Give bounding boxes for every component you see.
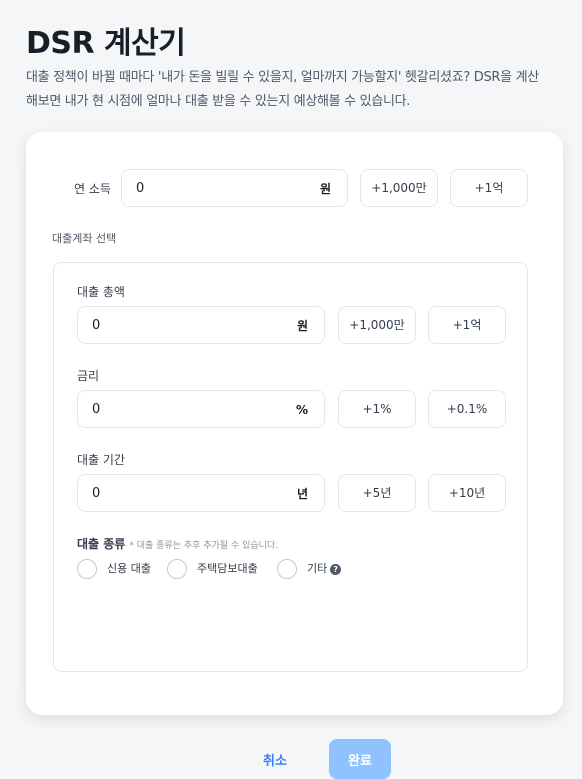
- radio-circle[interactable]: [167, 559, 187, 579]
- rate-field[interactable]: 0 %: [77, 390, 325, 428]
- loan-type-header: 대출 종류 * 대출 종류는 추후 추가될 수 있습니다.: [77, 535, 278, 552]
- period-unit: 년: [296, 487, 308, 501]
- cancel-button[interactable]: 취소: [247, 739, 303, 779]
- radio-circle[interactable]: [77, 559, 97, 579]
- income-add-10m-button[interactable]: +1,000만: [360, 169, 438, 207]
- loan-amount-add-10m-button[interactable]: +1,000만: [338, 306, 416, 344]
- loan-amount-unit: 원: [296, 319, 308, 333]
- dsr-calculator-card: 연 소득 0 원 +1,000만 +1억 대출계좌 선택 대출 총액 0 원 +…: [26, 132, 563, 779]
- income-label: 연 소득: [74, 182, 111, 196]
- income-unit: 원: [319, 182, 331, 196]
- rate-add-1-button[interactable]: +1%: [338, 390, 416, 428]
- done-button[interactable]: 완료: [329, 739, 391, 779]
- loan-account-label: 대출계좌 선택: [52, 232, 117, 245]
- rate-add-0-1-button[interactable]: +0.1%: [428, 390, 506, 428]
- income-add-100m-button[interactable]: +1억: [450, 169, 528, 207]
- rate-unit: %: [295, 403, 308, 417]
- loan-amount-add-100m-button[interactable]: +1억: [428, 306, 506, 344]
- rate-value: 0: [92, 402, 101, 417]
- loan-account-box: 대출 총액 0 원 +1,000만 +1억 금리 0 % +1% +0.1% 대…: [53, 262, 528, 779]
- period-add-10y-button[interactable]: +10년: [428, 474, 506, 512]
- question-circle-icon[interactable]: ?: [330, 563, 342, 575]
- loan-amount-field[interactable]: 0 원: [77, 306, 325, 344]
- loan-type-note: * 대출 종류는 추후 추가될 수 있습니다.: [129, 541, 279, 551]
- radio-circle[interactable]: [277, 559, 297, 579]
- income-value: 0: [136, 181, 145, 196]
- radio-label: 주택담보대출: [197, 562, 258, 575]
- period-label: 대출 기간: [77, 453, 125, 467]
- period-field[interactable]: 0 년: [77, 474, 325, 512]
- radio-label: 기타?: [307, 559, 342, 579]
- period-add-5y-button[interactable]: +5년: [338, 474, 416, 512]
- period-value: 0: [92, 486, 101, 501]
- income-field[interactable]: 0 원: [121, 169, 348, 207]
- radio-label: 신용 대출: [107, 562, 151, 575]
- loan-amount-value: 0: [92, 318, 101, 333]
- loan-type-label: 대출 종류: [77, 537, 126, 551]
- loan-amount-label: 대출 총액: [77, 285, 125, 299]
- page-description: 대출 정책이 바뀔 때마다 '내가 돈을 빌릴 수 있을지, 얼마까지 가능할지…: [26, 70, 539, 109]
- rate-label: 금리: [77, 369, 100, 383]
- page-title: DSR 계산기: [26, 26, 186, 61]
- radio-other-label: 기타: [307, 562, 328, 575]
